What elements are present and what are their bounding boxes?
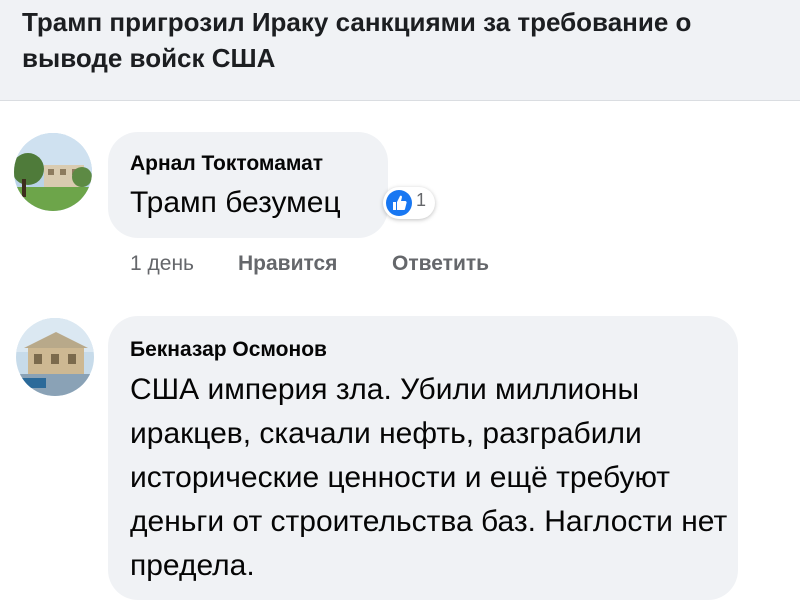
avatar[interactable] — [14, 133, 92, 211]
reaction-count-pill[interactable]: 1 — [383, 187, 435, 219]
shared-link-title[interactable]: Трамп пригрозил Ираку санкциями за требо… — [22, 4, 762, 76]
like-icon — [386, 190, 412, 216]
avatar-photo-park — [14, 133, 92, 211]
comment-bubble: Арнал Токтомамат Трамп безумец — [108, 132, 388, 238]
comment-bubble: Бекназар Осмонов США империя зла. Убили … — [108, 316, 738, 600]
comment-author[interactable]: Бекназар Осмонов — [130, 338, 327, 362]
reply-button[interactable]: Ответить — [392, 252, 489, 276]
avatar[interactable] — [16, 318, 94, 396]
comment-actions: 1 день Нравится Ответить — [130, 252, 550, 280]
comment-text: Трамп безумец — [130, 186, 341, 219]
comments-page: Трамп пригрозил Ираку санкциями за требо… — [0, 0, 800, 600]
avatar-photo-building — [16, 318, 94, 396]
reaction-count: 1 — [416, 190, 427, 210]
comment-author[interactable]: Арнал Токтомамат — [130, 152, 323, 176]
like-button[interactable]: Нравится — [238, 252, 337, 276]
shared-link-preview[interactable]: Трамп пригрозил Ираку санкциями за требо… — [0, 0, 800, 101]
comment-timestamp[interactable]: 1 день — [130, 252, 194, 276]
comment-text: США империя зла. Убили миллионы иракцев,… — [130, 373, 728, 582]
